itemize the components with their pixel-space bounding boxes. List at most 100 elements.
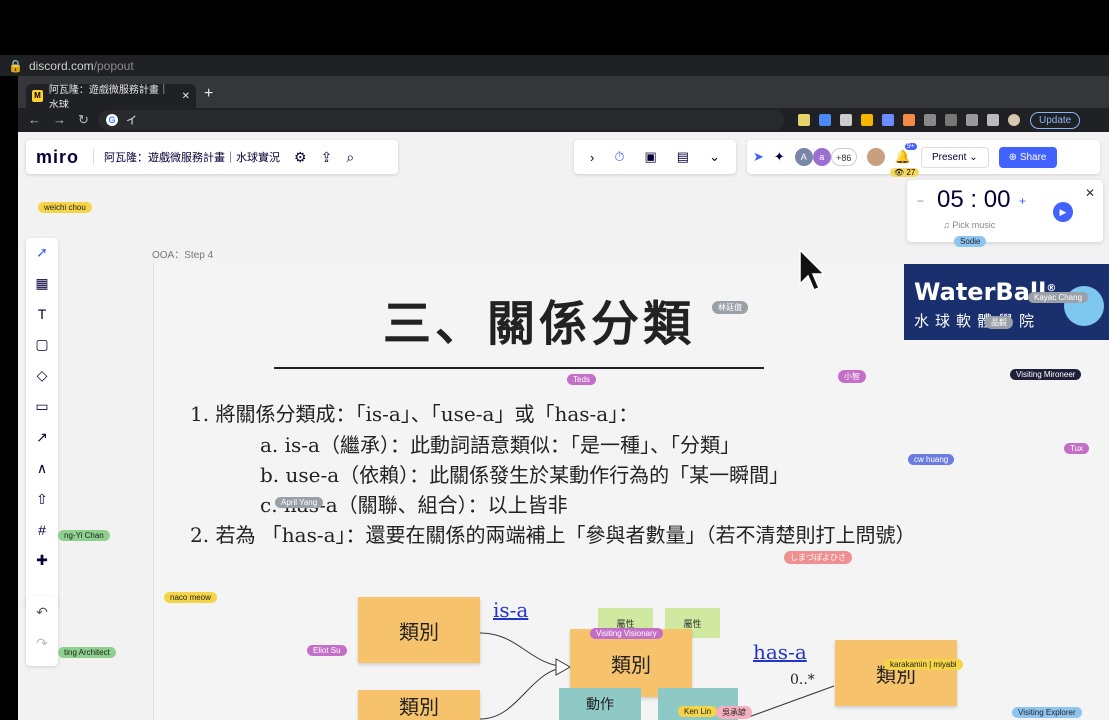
collaborator-cursor-tag: ng-Yi Chan	[58, 530, 110, 541]
decrease-icon[interactable]: −	[917, 194, 924, 208]
extension-icon[interactable]	[882, 114, 894, 126]
collaborator-cursor-tag: 小智	[838, 370, 866, 383]
left-tool-panel: ➚ ▦ T ▢ ◇ ▭ ↗ ∧ ⇧ # ✚	[26, 238, 58, 608]
miro-favicon-icon: M	[32, 90, 43, 102]
sticky-note-icon[interactable]: ▢	[35, 336, 48, 353]
search-icon[interactable]: ⌕	[346, 149, 354, 166]
forward-icon[interactable]: →	[53, 112, 66, 128]
frame-label[interactable]: OOA：Step 4	[152, 246, 213, 261]
settings-icon[interactable]: ⚙	[294, 149, 307, 166]
notes-icon[interactable]: ▤	[677, 149, 689, 165]
sidebar-icon[interactable]	[987, 114, 999, 126]
point-1b: b. use-a（依賴）：此關係發生於某動作行為的「某一瞬間」	[260, 463, 790, 487]
sticky-note-class[interactable]: 類別	[570, 629, 692, 697]
timer-value[interactable]: 05 : 00	[937, 186, 1010, 214]
back-icon[interactable]: ←	[28, 112, 41, 128]
point-2: 2. 若為 「has-a」：還要在關係的兩端補上「參與者數量」（若不清楚則打上問…	[190, 523, 916, 547]
sticky-note-class[interactable]: 類別	[835, 640, 957, 706]
extension-icon[interactable]	[798, 114, 810, 126]
my-avatar[interactable]	[866, 148, 885, 166]
extension-icon[interactable]	[924, 114, 936, 126]
screen-share-icon[interactable]: ▣	[644, 149, 656, 165]
waterball-subtitle: 水球軟體學院	[914, 313, 1041, 330]
undo-icon[interactable]: ↶	[36, 604, 48, 621]
mic-icon[interactable]	[945, 114, 957, 126]
upload-icon[interactable]: ⇧	[36, 491, 48, 508]
collaborator-cursor-tag: Tux	[1064, 443, 1090, 454]
puzzle-icon[interactable]	[966, 114, 978, 126]
celebrate-icon[interactable]: ✦	[774, 149, 785, 165]
play-button[interactable]: ▶	[1053, 202, 1073, 222]
extension-icon[interactable]	[861, 114, 873, 126]
close-tab-icon[interactable]: ✕	[182, 91, 190, 102]
collaborator-cursor-tag: karakamin | miyabi	[884, 659, 963, 670]
pick-music[interactable]: ♫ Pick music	[943, 220, 995, 230]
collaborator-cursor-tag: ting Architect	[58, 647, 116, 658]
share-button[interactable]: ⊕ Share	[998, 146, 1057, 168]
pen-icon[interactable]: ∧	[37, 460, 47, 477]
collaborator-cursor-tag: Sodie	[954, 236, 987, 247]
miro-logo[interactable]: miro	[36, 147, 79, 168]
avatar[interactable]: a	[812, 148, 831, 166]
profile-avatar[interactable]	[1008, 114, 1020, 126]
bell-icon[interactable]: 🔔 9+	[895, 143, 917, 165]
has-a-link[interactable]: has-a	[753, 640, 807, 664]
collaborator-cursor-tag: cw huang	[908, 454, 955, 465]
collaborator-cursor-tag: Visiting Visionary	[590, 628, 663, 639]
point-1: 1. 將關係分類成：「is-a」、「use-a」或「has-a」：	[190, 402, 639, 426]
present-button[interactable]: Present ⌄	[921, 146, 989, 168]
tab-title: 阿瓦隆：遊戲微服務計畫｜水球	[48, 85, 169, 111]
point-1a: a. is-a（繼承）：此動詞語意類似：「是一種」、「分類」	[260, 433, 740, 457]
templates-icon[interactable]: ▦	[35, 275, 48, 292]
more-chevron-icon[interactable]: ⌄	[709, 149, 720, 165]
extensions-area	[798, 114, 1020, 126]
collaborator-cursor-tag: 林廷億	[712, 301, 748, 314]
collaborator-cursor-tag: naco meow	[164, 592, 217, 603]
translate-icon[interactable]	[819, 114, 831, 126]
browser-tab[interactable]: M 阿瓦隆：遊戲微服務計畫｜水球 ✕	[26, 84, 196, 111]
select-tool-icon[interactable]: ➚	[36, 244, 48, 261]
collaborator-cursor-tag: Kayac Chang	[1028, 292, 1089, 303]
increase-icon[interactable]: +	[1019, 194, 1026, 208]
new-tab-button[interactable]: +	[204, 85, 213, 103]
omnibox-input[interactable]: G イ	[98, 110, 784, 130]
browser-chrome: M 阿瓦隆：遊戲微服務計畫｜水球 ✕ + ← → ↻ G イ Update	[18, 76, 1109, 132]
sticky-note-action[interactable]: 動作	[559, 688, 641, 720]
comment-icon[interactable]: ▭	[35, 398, 48, 415]
collaborator-cursor-tag: Visiting Mironeer	[1010, 369, 1082, 380]
undo-redo-panel: ↶ ↷	[26, 596, 58, 666]
miro-board[interactable]: OOA：Step 4 miro 阿瓦隆：遊戲微服務計畫｜水球實況 ⚙ ⇪ ⌕ ›…	[18, 132, 1109, 720]
extension-icon[interactable]	[840, 114, 852, 126]
update-button[interactable]: Update	[1030, 111, 1081, 129]
collaborator-cursor-tag: Ken Lin	[678, 706, 718, 717]
timer-panel: − 05 : 00 + ♫ Pick music ▶ ✕	[907, 180, 1103, 242]
sticky-note-class[interactable]: 類別	[358, 597, 480, 663]
text-tool-icon[interactable]: T	[38, 306, 47, 322]
reload-icon[interactable]: ↻	[78, 112, 89, 128]
redo-icon[interactable]: ↷	[36, 635, 48, 652]
sticky-note-class[interactable]: 類別	[358, 690, 480, 720]
board-title[interactable]: 阿瓦隆：遊戲微服務計畫｜水球實況	[93, 149, 280, 165]
viewer-count: 👁 27	[890, 168, 920, 177]
extension-icon[interactable]	[903, 114, 915, 126]
collaborator-cursor-tag: weichi chou	[38, 202, 92, 213]
heading-underline	[274, 367, 764, 369]
avatar[interactable]: A	[794, 148, 813, 166]
google-icon: G	[106, 114, 118, 126]
mouse-pointer-icon	[799, 248, 826, 291]
shapes-icon[interactable]: ◇	[37, 367, 48, 384]
export-icon[interactable]: ⇪	[321, 149, 333, 166]
add-more-icon[interactable]: ✚	[36, 552, 48, 569]
collaborator-count[interactable]: +86	[830, 148, 857, 166]
chevron-right-icon[interactable]: ›	[590, 150, 594, 165]
popout-url-bar: 🔒 discord.com/popout	[0, 55, 1109, 76]
close-icon[interactable]: ✕	[1085, 186, 1095, 200]
notification-badge: 9+	[904, 143, 917, 150]
collab-toolbar: › ⏱ ▣ ▤ ⌄	[574, 140, 736, 174]
follow-cursor-icon[interactable]: ➤	[753, 149, 764, 165]
timer-icon[interactable]: ⏱	[614, 149, 624, 165]
frame-icon[interactable]: #	[38, 522, 46, 538]
is-a-link[interactable]: is-a	[493, 598, 528, 622]
address-row: ← → ↻ G イ Update	[18, 108, 1109, 132]
connector-icon[interactable]: ↗	[36, 429, 48, 446]
